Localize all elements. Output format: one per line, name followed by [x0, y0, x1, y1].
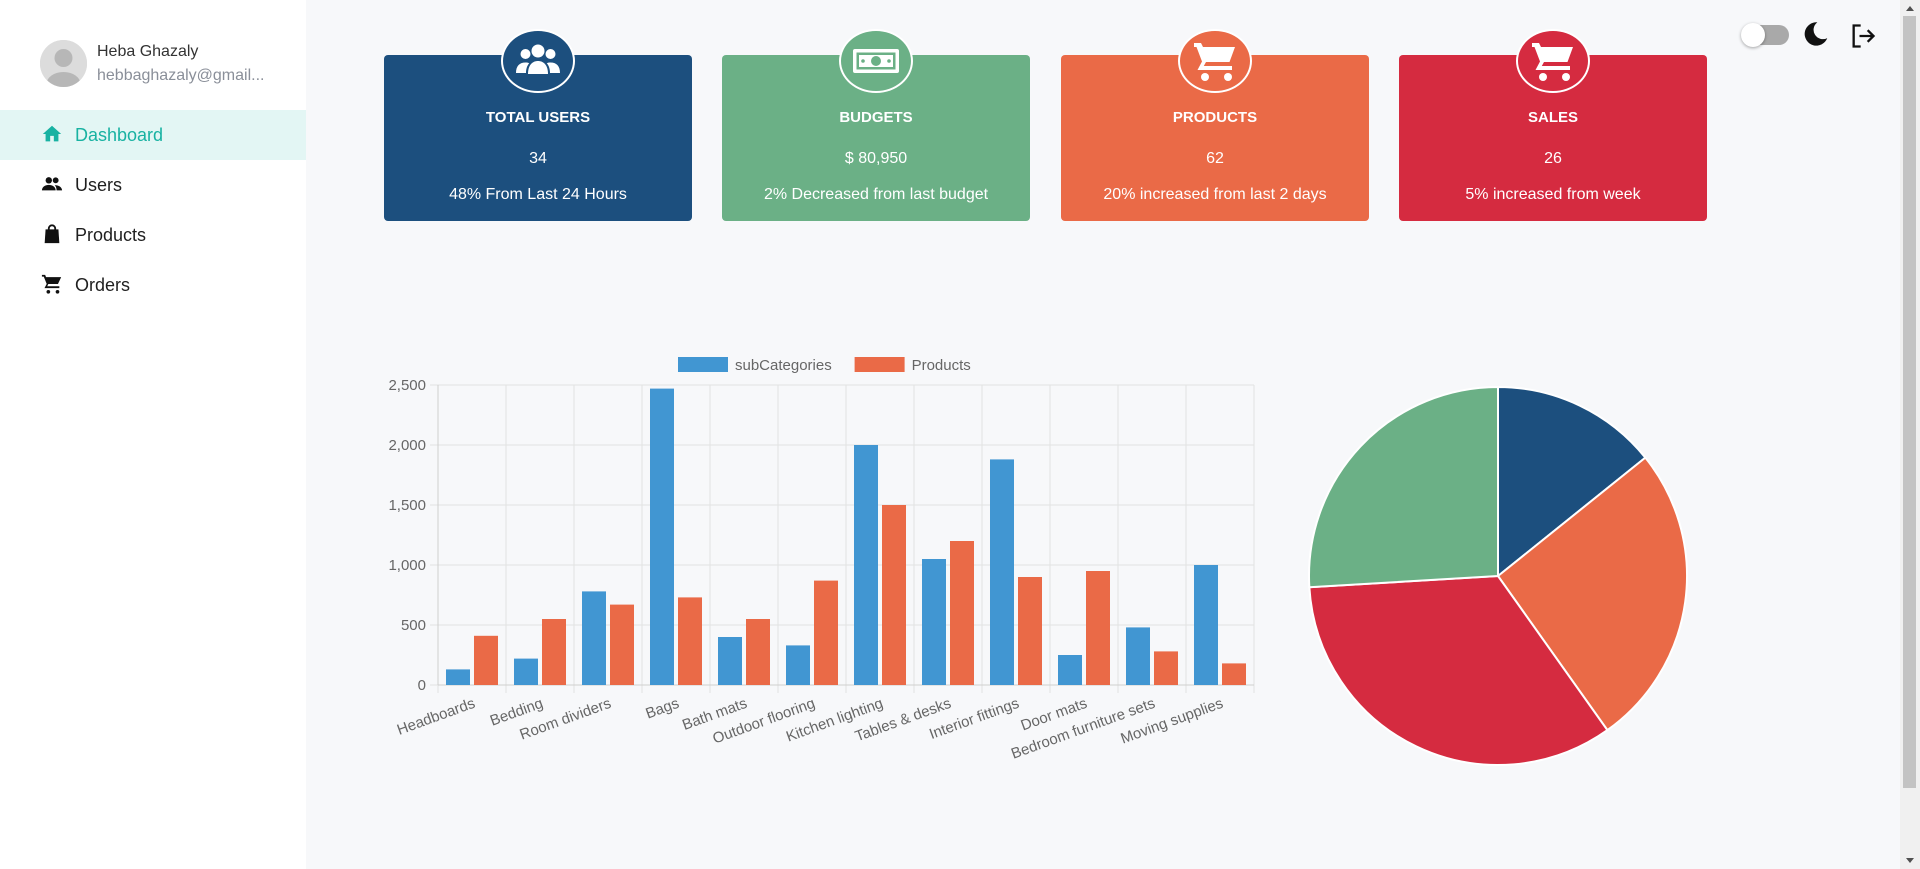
x-tick-label: Bags — [643, 695, 681, 723]
stat-card-sales[interactable]: SALES 26 5% increased from week — [1399, 29, 1707, 221]
theme-toggle[interactable] — [1741, 23, 1789, 47]
y-tick-label: 1,500 — [388, 497, 426, 514]
cart-icon — [41, 274, 62, 294]
toggle-knob — [1741, 23, 1765, 47]
home-icon — [42, 125, 62, 142]
pie-slice-3[interactable] — [1308, 385, 1499, 589]
bar-products[interactable] — [882, 505, 906, 685]
shopping-bag-icon — [44, 224, 60, 244]
stat-value: 34 — [529, 150, 547, 167]
bar-subcategories[interactable] — [922, 559, 946, 685]
user-profile[interactable]: Heba Ghazaly hebbaghazaly@gmail... — [40, 40, 300, 88]
legend-label: subCategories — [735, 357, 832, 374]
y-tick-label: 500 — [401, 617, 426, 634]
sidebar-item-label: Dashboard — [75, 125, 164, 145]
stat-subtitle: 20% increased from last 2 days — [1103, 186, 1327, 203]
stat-card-products[interactable]: PRODUCTS 62 20% increased from last 2 da… — [1061, 29, 1369, 221]
stat-value: 26 — [1544, 150, 1562, 167]
bar-subcategories[interactable] — [1194, 565, 1218, 685]
cart-icon — [1516, 29, 1590, 93]
bar-products[interactable] — [1222, 663, 1246, 685]
stat-title: PRODUCTS — [1172, 109, 1258, 126]
sidebar-item-label: Users — [75, 175, 123, 195]
money-icon — [839, 29, 913, 93]
stat-card-total-users[interactable]: TOTAL USERS 34 48% From Last 24 Hours — [384, 29, 692, 221]
y-tick-label: 2,000 — [388, 437, 426, 454]
moon-icon[interactable] — [1801, 20, 1829, 48]
bar-subcategories[interactable] — [1126, 627, 1150, 685]
legend-swatch — [854, 357, 905, 372]
legend-swatch — [678, 357, 728, 372]
bar-products[interactable] — [542, 619, 566, 685]
sidebar-item-label: Products — [75, 225, 147, 245]
stat-value: $ 80,950 — [844, 150, 908, 167]
user-name: Heba Ghazaly — [97, 43, 199, 60]
bar-products[interactable] — [610, 604, 634, 685]
sidebar-item-products[interactable]: Products — [0, 210, 306, 260]
stat-subtitle: 2% Decreased from last budget — [763, 186, 989, 203]
stat-value: 62 — [1206, 150, 1224, 167]
bar-products[interactable] — [746, 619, 770, 685]
stat-title: SALES — [1527, 109, 1578, 126]
sidebar-nav: Dashboard Users Products Orders — [0, 110, 306, 310]
users-icon — [41, 177, 63, 191]
pie-chart — [1308, 385, 1688, 766]
stat-subtitle: 5% increased from week — [1465, 186, 1641, 203]
bar-products[interactable] — [950, 541, 974, 685]
bar-products[interactable] — [1086, 571, 1110, 685]
stat-card-budgets[interactable]: BUDGETS $ 80,950 2% Decreased from last … — [722, 29, 1030, 221]
cart-icon — [1178, 29, 1252, 93]
users-icon — [501, 29, 575, 93]
bar-subcategories[interactable] — [854, 445, 878, 685]
bar-products[interactable] — [678, 597, 702, 685]
bar-subcategories[interactable] — [990, 459, 1014, 685]
stat-title: BUDGETS — [839, 109, 913, 126]
sidebar: Heba Ghazaly hebbaghazaly@gmail... Dashb… — [0, 0, 306, 869]
bar-products[interactable] — [1018, 577, 1042, 685]
bar-products[interactable] — [474, 635, 498, 685]
scrollbar-thumb[interactable] — [1903, 16, 1916, 788]
bar-subcategories[interactable] — [514, 658, 538, 685]
x-tick-label: Headboards — [395, 695, 478, 739]
bar-subcategories[interactable] — [446, 669, 470, 685]
bar-subcategories[interactable] — [1058, 655, 1082, 685]
y-tick-label: 1,000 — [388, 557, 426, 574]
stat-title: TOTAL USERS — [485, 109, 591, 126]
stat-subtitle: 48% From Last 24 Hours — [449, 186, 627, 203]
user-email: hebbaghazaly@gmail... — [97, 67, 265, 84]
sidebar-item-orders[interactable]: Orders — [0, 260, 306, 310]
bar-products[interactable] — [1154, 651, 1178, 685]
logout-icon[interactable] — [1849, 22, 1877, 50]
scroll-down-arrow[interactable] — [1903, 853, 1917, 867]
y-tick-label: 2,500 — [388, 377, 426, 394]
sidebar-item-users[interactable]: Users — [0, 160, 306, 210]
bar-subcategories[interactable] — [582, 591, 606, 685]
bar-products[interactable] — [814, 580, 838, 685]
scroll-up-arrow[interactable] — [1903, 2, 1917, 16]
bar-subcategories[interactable] — [718, 637, 742, 685]
y-tick-label: 0 — [418, 677, 426, 694]
sidebar-item-dashboard[interactable]: Dashboard — [0, 110, 306, 160]
scrollbar[interactable] — [1900, 0, 1920, 869]
legend-label: Products — [912, 357, 971, 374]
bar-chart: 05001,0001,5002,0002,500Headboards Beddin… — [388, 357, 1255, 763]
bar-subcategories[interactable] — [786, 645, 810, 685]
avatar — [40, 40, 87, 87]
sidebar-item-label: Orders — [75, 275, 131, 295]
bar-subcategories[interactable] — [650, 388, 674, 685]
